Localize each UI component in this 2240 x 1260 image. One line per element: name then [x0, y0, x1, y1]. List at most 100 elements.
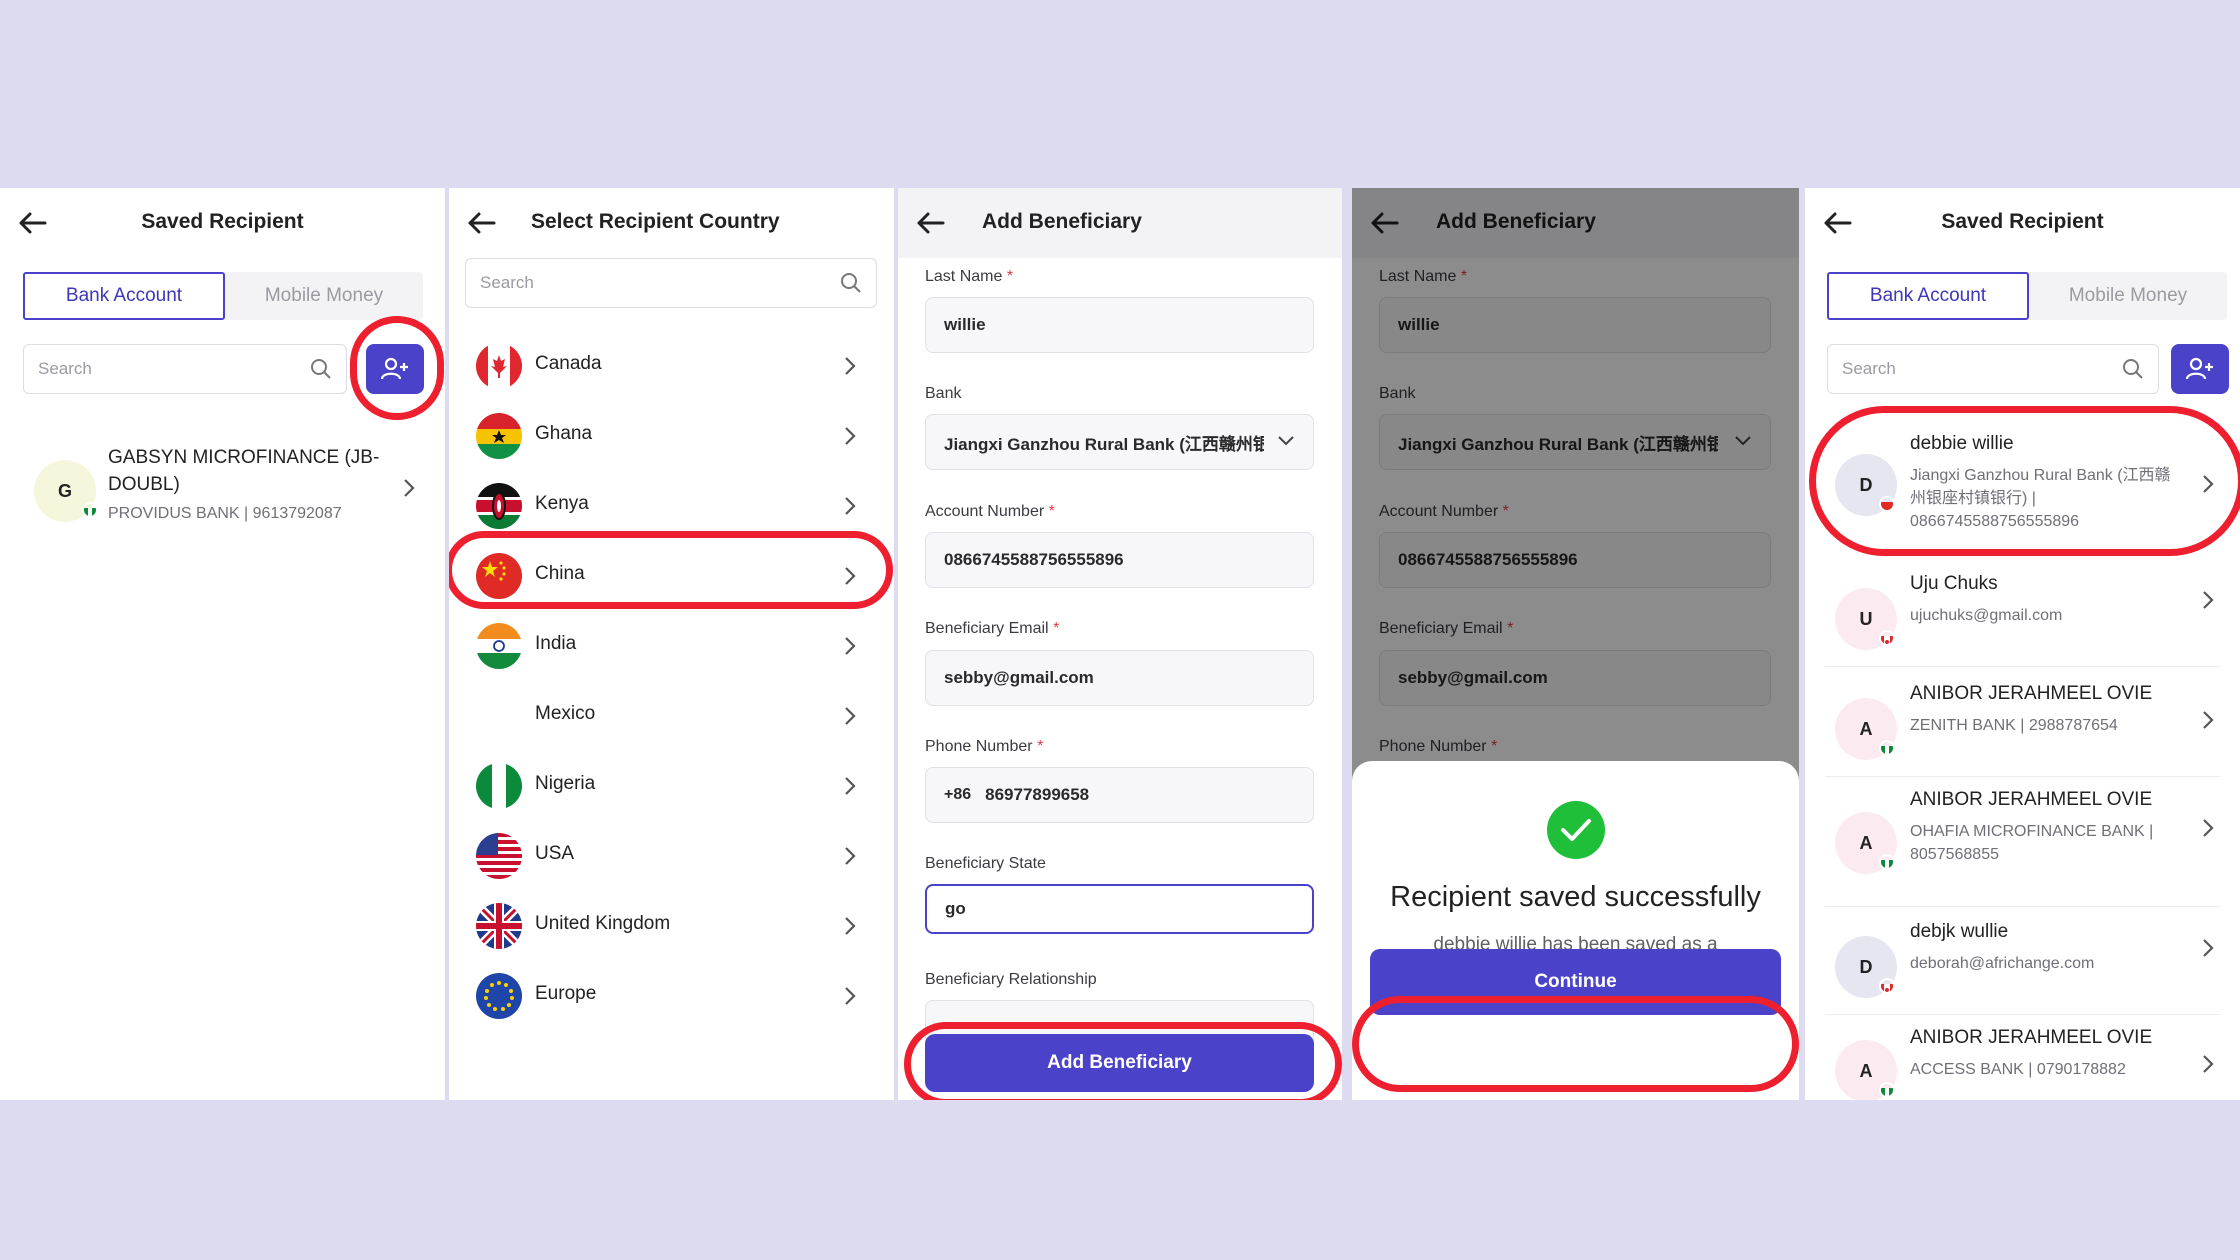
search-input[interactable]: Search	[465, 258, 877, 308]
divider	[1825, 1014, 2220, 1015]
back-arrow-icon[interactable]	[465, 206, 499, 240]
country-item-mexico[interactable]: Mexico	[449, 681, 894, 751]
back-arrow-icon[interactable]	[914, 206, 948, 240]
country-item-nigeria[interactable]: Nigeria	[449, 751, 894, 821]
country-item-europe[interactable]: Europe	[449, 961, 894, 1031]
chevron-right-icon	[2198, 938, 2218, 958]
add-user-icon	[2186, 357, 2213, 380]
avatar-initial: G	[57, 480, 72, 501]
country-name: Nigeria	[535, 773, 596, 794]
email-field[interactable]: sebby@gmail.com	[925, 650, 1314, 706]
account-number-field[interactable]: 0866745588756555896	[925, 532, 1314, 588]
highlight-ring	[449, 531, 893, 609]
header: Add Beneficiary	[898, 188, 1342, 258]
saved-recipient-screen: Saved Recipient Bank Account Mobile Mone…	[0, 188, 445, 1100]
country-item-canada[interactable]: Canada	[449, 331, 894, 401]
recipient-bank: ZENITH BANK | 2988787654	[1910, 717, 2118, 734]
page-title: Saved Recipient	[1941, 210, 2104, 233]
nigeria-flag-icon	[1879, 740, 1895, 756]
usa-flag-icon	[476, 833, 522, 879]
avatar-initial: A	[1859, 718, 1873, 739]
recipient-account: 8057568855	[1910, 846, 1999, 863]
kenya-flag-icon	[476, 483, 522, 529]
divider	[1825, 906, 2220, 907]
highlight-ring	[1352, 996, 1799, 1092]
list-item[interactable]: U Uju Chuks ujuchuks@gmail.com	[1805, 568, 2240, 668]
nigeria-flag-icon	[476, 763, 522, 809]
divider	[1825, 776, 2220, 777]
chevron-right-icon	[840, 916, 860, 936]
ghana-flag-icon	[476, 413, 522, 459]
india-flag-icon	[476, 623, 522, 669]
last-name-label: Last Name *	[925, 268, 1014, 285]
chevron-right-icon	[2198, 1054, 2218, 1074]
avatar: D	[1835, 936, 1897, 998]
search-input[interactable]: Search	[1827, 344, 2159, 394]
tab-mobile-money[interactable]: Mobile Money	[225, 272, 423, 320]
chevron-right-icon	[840, 776, 860, 796]
avatar-initial: D	[1859, 956, 1873, 977]
uk-flag-icon	[476, 903, 522, 949]
list-item[interactable]: A ANIBOR JERAHMEEL OVIE ZENITH BANK | 29…	[1805, 678, 2240, 778]
list-item[interactable]: D debjk wullie deborah@africhange.com	[1805, 916, 2240, 1016]
chevron-right-icon	[840, 986, 860, 1006]
country-name: Europe	[535, 983, 597, 1004]
state-field[interactable]: go	[925, 884, 1314, 934]
bank-label: Bank	[925, 385, 962, 402]
chevron-right-icon	[840, 846, 860, 866]
select-country-screen: Select Recipient Country Search Canada G…	[449, 188, 894, 1100]
tab-bank-account[interactable]: Bank Account	[23, 272, 225, 320]
recipient-email: deborah@africhange.com	[1910, 955, 2095, 972]
list-item[interactable]: A ANIBOR JERAHMEEL OVIE ACCESS BANK | 07…	[1805, 1024, 2240, 1100]
page-title: Select Recipient Country	[531, 210, 780, 233]
email-label: Beneficiary Email *	[925, 620, 1060, 637]
chevron-down-icon	[1277, 432, 1295, 452]
country-name: Ghana	[535, 423, 593, 444]
recipient-name: ANIBOR JERAHMEEL OVIE	[1910, 683, 2153, 704]
avatar-initial: U	[1859, 608, 1873, 629]
chevron-right-icon	[840, 426, 860, 446]
search-icon	[311, 359, 331, 379]
bank-select[interactable]: Jiangxi Ganzhou Rural Bank (江西赣州银	[925, 414, 1314, 470]
header: Saved Recipient	[0, 188, 445, 258]
highlight-ring	[1809, 406, 2240, 556]
header: Select Recipient Country	[449, 188, 894, 258]
country-name: USA	[535, 843, 575, 864]
country-item-india[interactable]: India	[449, 611, 894, 681]
avatar: G	[34, 460, 98, 522]
last-name-field[interactable]: willie	[925, 297, 1314, 353]
search-placeholder: Search	[480, 273, 534, 292]
nigeria-flag-icon	[1879, 1082, 1895, 1098]
search-placeholder: Search	[38, 359, 92, 378]
add-recipient-button[interactable]	[2171, 344, 2229, 394]
state-label: Beneficiary State	[925, 855, 1046, 872]
search-input[interactable]: Search	[23, 344, 347, 394]
success-title: Recipient saved successfully	[1390, 881, 1761, 913]
nigeria-flag-icon	[1879, 854, 1895, 870]
add-beneficiary-screen: Add Beneficiary Last Name * willie Bank …	[898, 188, 1342, 1100]
recipient-email: ujuchuks@gmail.com	[1910, 607, 2063, 624]
country-code[interactable]: +86	[944, 786, 971, 804]
account-type-tabs: Bank Account Mobile Money	[23, 272, 423, 320]
list-item[interactable]: G GABSYN MICROFINANCE (JB- DOUBL) PROVID…	[0, 428, 445, 528]
country-item-ghana[interactable]: Ghana	[449, 401, 894, 471]
nigeria-flag-icon	[82, 502, 98, 518]
avatar: A	[1835, 698, 1897, 760]
country-item-united-kingdom[interactable]: United Kingdom	[449, 891, 894, 961]
list-item[interactable]: A ANIBOR JERAHMEEL OVIE OHAFIA MICROFINA…	[1805, 786, 2240, 896]
recipient-name: ANIBOR JERAHMEEL OVIE	[1910, 1027, 2153, 1048]
phone-field[interactable]: +86 86977899658	[925, 767, 1314, 823]
checkmark-icon	[1547, 801, 1605, 859]
eu-flag-icon	[476, 973, 522, 1019]
page-title: Add Beneficiary	[982, 210, 1142, 233]
chevron-right-icon	[2198, 710, 2218, 730]
tab-bank-account[interactable]: Bank Account	[1827, 272, 2029, 320]
country-item-usa[interactable]: USA	[449, 821, 894, 891]
tab-mobile-money[interactable]: Mobile Money	[2029, 272, 2227, 320]
avatar: A	[1835, 1040, 1897, 1100]
canada-flag-icon	[1879, 978, 1895, 994]
divider	[1825, 666, 2220, 667]
avatar: U	[1835, 588, 1897, 650]
avatar: A	[1835, 812, 1897, 874]
recipient-bank: PROVIDUS BANK | 9613792087	[108, 505, 342, 522]
